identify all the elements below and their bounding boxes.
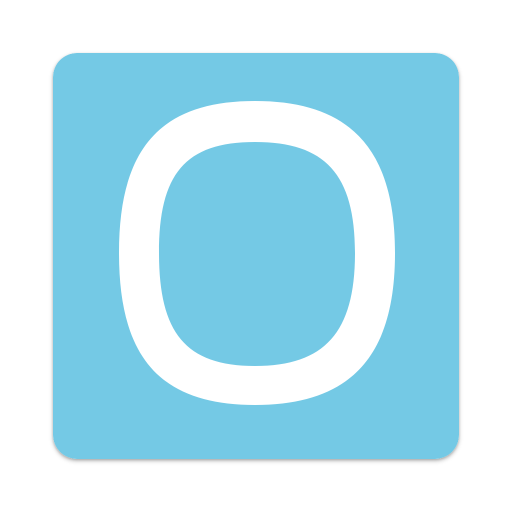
app-icon-graphic [53, 53, 459, 459]
app-icon[interactable] [53, 53, 459, 459]
